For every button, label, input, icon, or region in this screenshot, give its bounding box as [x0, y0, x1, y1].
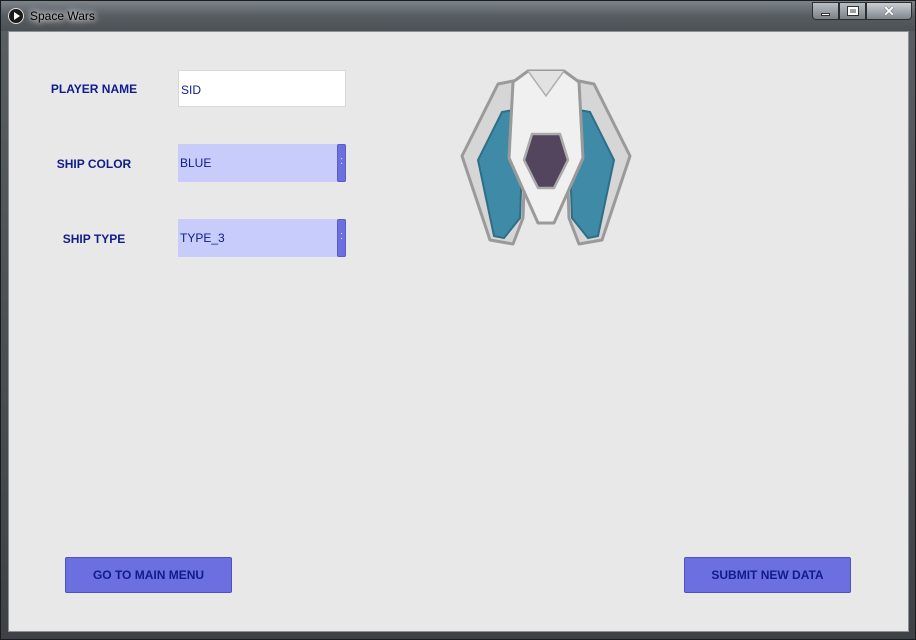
- go-to-main-menu-button[interactable]: GO TO MAIN MENU: [65, 557, 232, 593]
- minimize-button[interactable]: [812, 2, 839, 20]
- ship-type-value: TYPE_3: [180, 231, 225, 245]
- player-name-input[interactable]: [178, 70, 346, 107]
- player-name-label: PLAYER NAME: [50, 82, 138, 96]
- ship-color-dropdown-handle-icon[interactable]: [337, 144, 346, 182]
- maximize-button[interactable]: [839, 2, 866, 20]
- ship-color-label: SHIP COLOR: [56, 157, 132, 171]
- window-controls: ✕: [812, 2, 912, 22]
- ship-color-dropdown[interactable]: BLUE: [178, 144, 346, 182]
- ship-type-dropdown[interactable]: TYPE_3: [178, 219, 346, 257]
- app-window: Space Wars ✕ PLAYER NAME SHIP COLOR BLUE…: [0, 0, 916, 640]
- title-bar[interactable]: Space Wars ✕: [1, 1, 915, 31]
- spaceship-preview-icon: [460, 69, 632, 246]
- close-button[interactable]: ✕: [866, 2, 912, 20]
- ship-color-value: BLUE: [180, 156, 212, 170]
- ship-type-label: SHIP TYPE: [62, 232, 126, 246]
- settings-panel: PLAYER NAME SHIP COLOR BLUE SHIP TYPE TY…: [8, 31, 909, 632]
- submit-new-data-button[interactable]: SUBMIT NEW DATA: [684, 557, 851, 593]
- close-icon: ✕: [883, 3, 895, 19]
- play-icon: [8, 8, 24, 24]
- window-title: Space Wars: [30, 9, 95, 23]
- ship-type-dropdown-handle-icon[interactable]: [337, 219, 346, 257]
